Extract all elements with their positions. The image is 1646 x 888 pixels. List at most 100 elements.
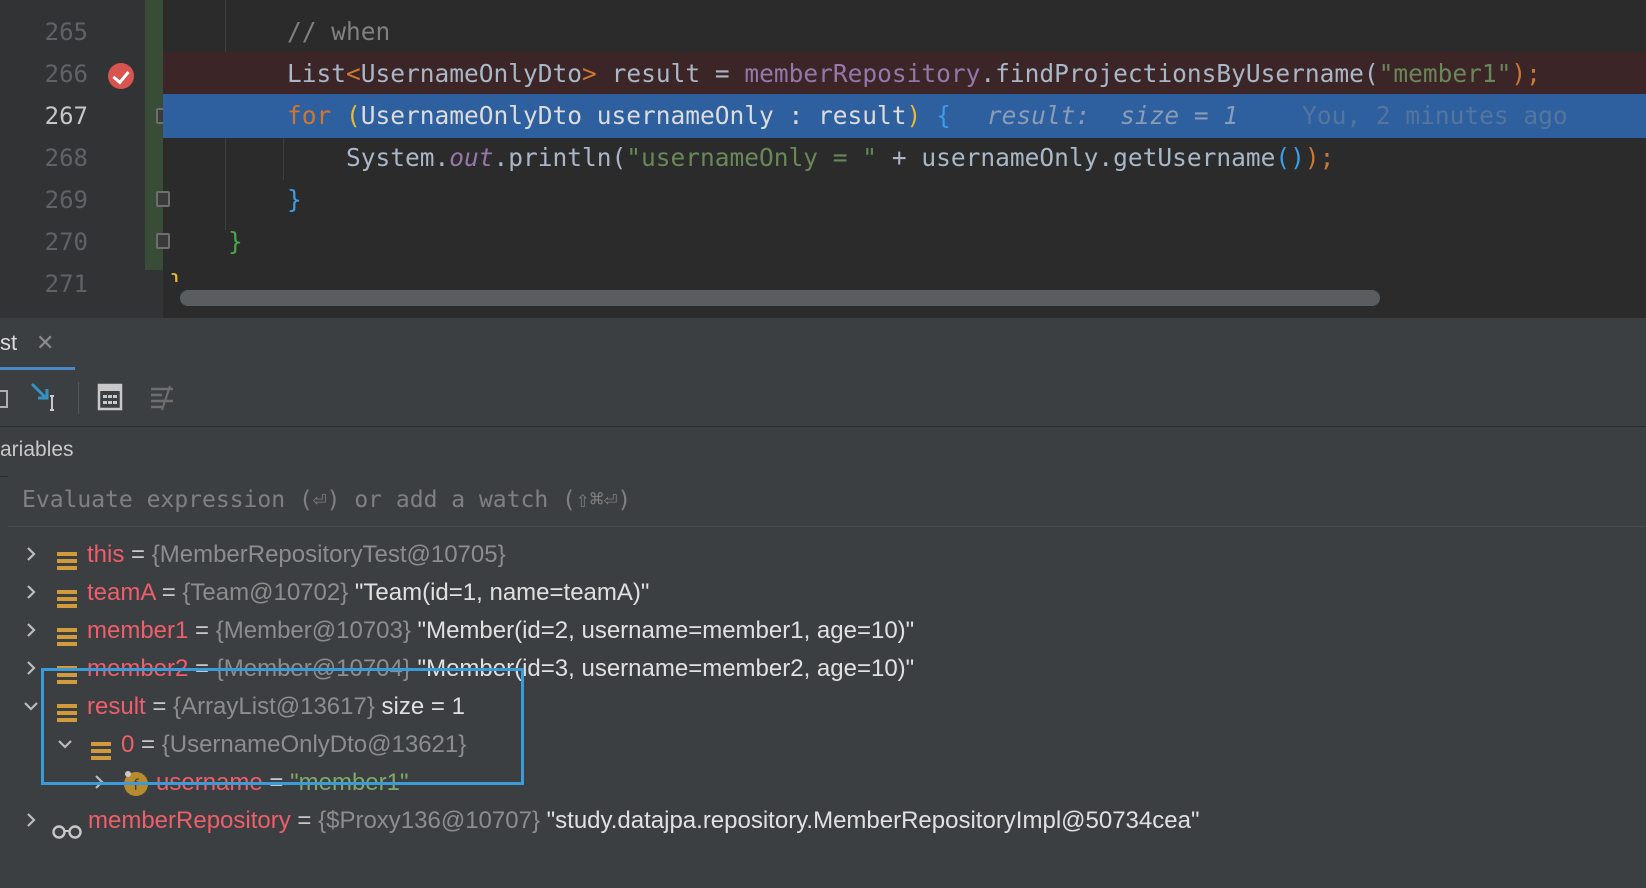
field-icon	[91, 735, 111, 760]
inline-debug-hint-label: result:	[986, 101, 1091, 130]
field-icon	[57, 621, 77, 646]
field-icon	[57, 659, 77, 684]
code-line-266[interactable]: List<UsernameOnlyDto> result = memberRep…	[163, 52, 1646, 96]
code-line-265[interactable]: // when	[163, 10, 1646, 54]
variable-text: teamA = {Team@10702} "Team(id=1, name=te…	[87, 574, 649, 612]
code-line-269[interactable]: }	[163, 178, 1646, 222]
variable-text: username = "member1"	[156, 764, 409, 802]
variables-header: ariables	[0, 426, 1646, 477]
variable-equals: =	[188, 655, 216, 682]
variable-reference: {UsernameOnlyDto@13621}	[161, 731, 467, 758]
line-number: 265	[44, 18, 88, 46]
inline-debug-hint-value: size = 1	[1120, 101, 1239, 130]
variable-text: result = {ArrayList@13617} size = 1	[87, 688, 465, 726]
breakpoint-icon[interactable]	[108, 63, 134, 89]
variable-row-username[interactable]: f username = "member1"	[0, 764, 1646, 802]
run-to-cursor-button[interactable]	[28, 380, 64, 414]
variable-value: "study.datajpa.repository.MemberReposito…	[539, 807, 1200, 834]
variable-value: "Member(id=3, username=member2, age=10)"	[410, 655, 915, 682]
variable-text: this = {MemberRepositoryTest@10705}	[87, 536, 506, 574]
variable-value: "Member(id=2, username=member1, age=10)"	[410, 617, 915, 644]
line-number: 267	[44, 102, 88, 130]
code-line-270[interactable]: }	[163, 220, 1646, 264]
variable-reference: {ArrayList@13617}	[173, 693, 375, 720]
variable-row-0[interactable]: 0 = {UsernameOnlyDto@13621}	[0, 726, 1646, 764]
variable-equals: =	[262, 769, 291, 796]
toolbar-separator	[78, 382, 79, 414]
chevron-right-icon[interactable]	[88, 764, 108, 802]
variable-equals: =	[290, 807, 319, 834]
chevron-right-icon[interactable]	[20, 650, 40, 688]
evaluate-expression-input[interactable]	[8, 476, 1622, 524]
variable-name: username	[156, 769, 263, 796]
watch-glasses-icon	[52, 813, 82, 839]
variable-text: member2 = {Member@10704} "Member(id=3, u…	[87, 650, 914, 688]
variable-text: member1 = {Member@10703} "Member(id=2, u…	[87, 612, 914, 650]
code-line-268[interactable]: System.out.println("usernameOnly = " + u…	[163, 136, 1646, 180]
code-line-271[interactable]: }	[163, 262, 1646, 282]
final-field-icon: f	[122, 769, 150, 797]
chevron-down-icon[interactable]	[54, 726, 74, 764]
chevron-right-icon[interactable]	[20, 802, 40, 840]
variable-name: this	[87, 541, 125, 568]
variable-value: size = 1	[374, 693, 465, 720]
variable-reference: {Member@10704}	[215, 655, 411, 682]
run-to-cursor-icon	[30, 382, 54, 411]
variable-text: memberRepository = {$Proxy136@10707} "st…	[88, 802, 1199, 840]
variable-name: 0	[121, 731, 135, 758]
variable-reference: {$Proxy136@10707}	[318, 807, 540, 834]
close-icon[interactable]: ✕	[36, 330, 54, 356]
variable-equals: =	[124, 541, 152, 568]
variables-tree: this = {MemberRepositoryTest@10705} teamA…	[0, 526, 1646, 888]
chevron-right-icon[interactable]	[20, 612, 40, 650]
trace-stream-button[interactable]	[148, 380, 176, 414]
frame-toggle-icon[interactable]	[0, 390, 8, 408]
calculator-icon	[97, 383, 123, 411]
editor-gutter[interactable]: 265 266 267 268 269 270 271	[0, 0, 170, 318]
variable-name: member1	[87, 617, 189, 644]
field-icon	[57, 583, 77, 608]
variable-reference: {Team@10702}	[182, 579, 349, 606]
line-number: 269	[44, 186, 88, 214]
git-blame-hint: You, 2 minutes ago	[1302, 101, 1568, 130]
line-number: 268	[44, 144, 88, 172]
code-comment: // when	[287, 17, 391, 46]
line-number: 271	[44, 270, 88, 298]
variable-text: 0 = {UsernameOnlyDto@13621}	[121, 726, 466, 764]
field-icon	[57, 697, 77, 722]
variable-row-this[interactable]: this = {MemberRepositoryTest@10705}	[0, 536, 1646, 574]
debug-tool-window: st ✕ ariables Evaluate expression (⏎) or…	[0, 318, 1646, 888]
vcs-change-marker	[145, 0, 163, 270]
debug-toolbar	[0, 370, 1646, 427]
variable-row-member2[interactable]: member2 = {Member@10704} "Member(id=3, u…	[0, 650, 1646, 688]
variable-equals: =	[155, 579, 183, 606]
variable-value: "Team(id=1, name=teamA)"	[348, 579, 650, 606]
line-number: 270	[44, 228, 88, 256]
variable-name: teamA	[87, 579, 156, 606]
stream-trace-icon	[151, 385, 173, 411]
variable-equals: =	[188, 617, 216, 644]
variable-reference: {MemberRepositoryTest@10705}	[151, 541, 506, 568]
code-area[interactable]: // when List<UsernameOnlyDto> result = m…	[163, 0, 1646, 318]
chevron-right-icon[interactable]	[20, 574, 40, 612]
tab-debug-session[interactable]: st ✕	[0, 318, 75, 371]
code-line-267-execution-point[interactable]: for (UsernameOnlyDto usernameOnly : resu…	[163, 94, 1646, 138]
evaluate-bar[interactable]	[8, 476, 1646, 527]
chevron-down-icon[interactable]	[20, 688, 40, 726]
chevron-right-icon[interactable]	[20, 536, 40, 574]
variable-row-teamA[interactable]: teamA = {Team@10702} "Team(id=1, name=te…	[0, 574, 1646, 612]
variable-row-memberRepository[interactable]: memberRepository = {$Proxy136@10707} "st…	[0, 802, 1646, 840]
debug-tab-bar: st ✕	[0, 318, 1646, 371]
field-icon	[57, 545, 77, 570]
variable-name: member2	[87, 655, 189, 682]
variable-name: memberRepository	[88, 807, 291, 834]
variables-title: ariables	[0, 438, 74, 461]
evaluate-expression-button[interactable]	[96, 380, 124, 414]
variable-name: result	[87, 693, 146, 720]
variable-equals: =	[145, 693, 174, 720]
variable-reference: {Member@10703}	[215, 617, 411, 644]
variable-row-member1[interactable]: member1 = {Member@10703} "Member(id=2, u…	[0, 612, 1646, 650]
variable-row-result[interactable]: result = {ArrayList@13617} size = 1	[0, 688, 1646, 726]
horizontal-scrollbar[interactable]	[180, 290, 1380, 306]
code-editor[interactable]: 265 266 267 268 269 270 271 // when List…	[0, 0, 1646, 318]
